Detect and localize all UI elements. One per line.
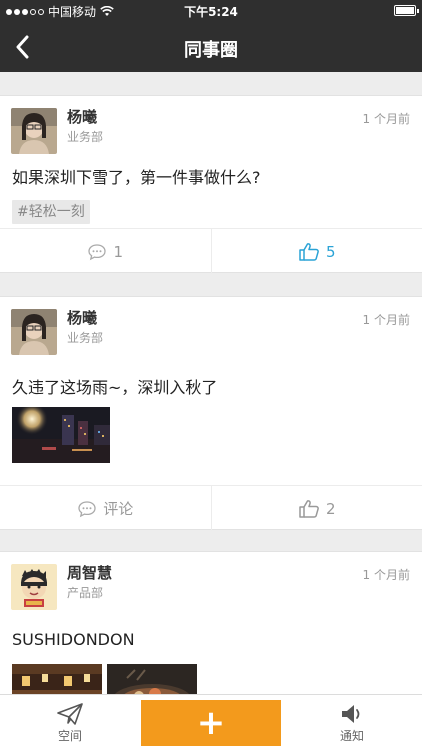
add-post-button[interactable]: + — [141, 700, 281, 746]
post-time: 1 个月前 — [362, 568, 410, 582]
post-actions: 1 5 — [0, 228, 422, 274]
avatar[interactable] — [11, 108, 57, 154]
comment-button[interactable]: 评论 — [0, 486, 211, 531]
post-card: 周智慧 产品部 1 个月前 SUSHIDONDON — [0, 551, 422, 694]
author-dept: 产品部 — [67, 586, 104, 600]
bottom-tab-bar: 空间 + 通知 — [0, 694, 422, 750]
clock: 下午5:24 — [184, 5, 238, 19]
thumbs-up-icon — [299, 499, 319, 518]
author-name[interactable]: 杨曦 — [67, 106, 97, 127]
battery-icon — [394, 5, 419, 16]
post-card: 杨曦 业务部 1 个月前 久违了这场雨~，深圳入秋了 评论 2 — [0, 296, 422, 531]
post-content: SUSHIDONDON — [12, 630, 135, 649]
post-card: 杨曦 业务部 1 个月前 如果深圳下雪了，第一件事做什么? #轻松一刻 1 5 — [0, 95, 422, 274]
post-content: 如果深圳下雪了，第一件事做什么? — [12, 168, 261, 187]
author-name[interactable]: 周智慧 — [67, 562, 112, 583]
like-button[interactable]: 5 — [210, 229, 422, 274]
status-bar: 中国移动 下午5:24 — [0, 0, 422, 22]
avatar[interactable] — [11, 309, 57, 355]
like-count: 2 — [325, 499, 336, 518]
author-dept: 业务部 — [67, 331, 104, 345]
comment-icon — [78, 500, 96, 517]
author-dept: 业务部 — [67, 130, 104, 144]
nav-bar: 同事圈 — [0, 22, 422, 72]
tab-notify[interactable]: 通知 — [282, 695, 422, 750]
speaker-icon — [342, 704, 360, 723]
post-content: 久违了这场雨~，深圳入秋了 — [12, 378, 218, 397]
post-time: 1 个月前 — [362, 112, 410, 126]
thumbs-up-icon — [299, 242, 319, 261]
tab-space-label: 空间 — [57, 728, 82, 743]
like-button[interactable]: 2 — [210, 486, 422, 531]
tab-notify-label: 通知 — [339, 728, 364, 743]
comment-label: 评论 — [103, 500, 134, 518]
author-name[interactable]: 杨曦 — [67, 307, 97, 328]
comment-button[interactable]: 1 — [0, 229, 211, 274]
moments-feed[interactable]: 杨曦 业务部 1 个月前 如果深圳下雪了，第一件事做什么? #轻松一刻 1 5 — [0, 72, 422, 694]
post-photo[interactable] — [12, 407, 110, 463]
tab-space[interactable]: 空间 — [0, 695, 140, 750]
comment-count: 1 — [113, 242, 124, 261]
page-title: 同事圈 — [184, 40, 238, 61]
avatar[interactable] — [11, 564, 57, 610]
paper-plane-icon — [57, 702, 83, 725]
post-time: 1 个月前 — [362, 313, 410, 327]
post-actions: 评论 2 — [0, 485, 422, 531]
plus-icon: + — [196, 703, 226, 743]
post-photo[interactable] — [107, 664, 197, 694]
post-photo[interactable] — [12, 664, 102, 694]
like-count: 5 — [325, 242, 336, 261]
topic-tag[interactable]: #轻松一刻 — [12, 200, 90, 224]
comment-icon — [88, 243, 107, 260]
